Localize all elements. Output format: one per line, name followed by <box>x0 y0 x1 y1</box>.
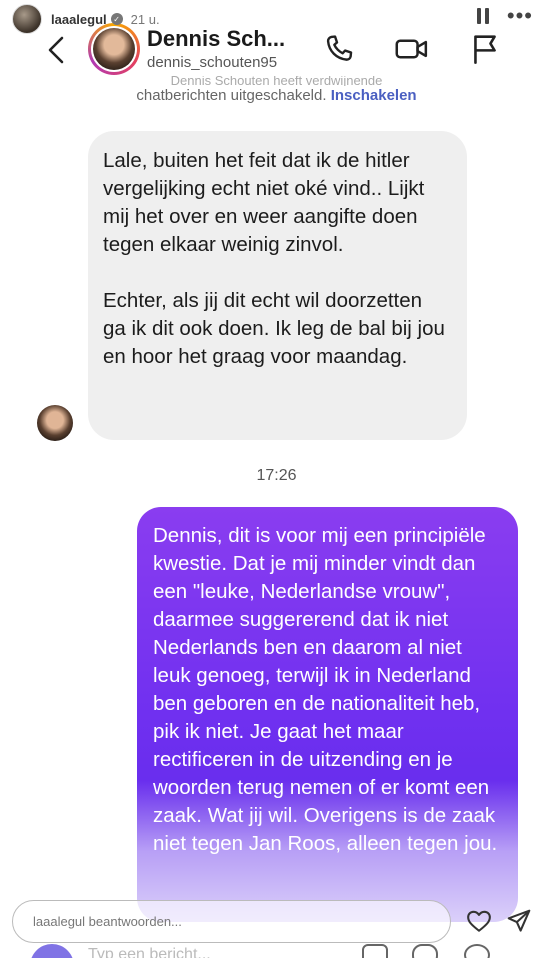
reply-placeholder: laaalegul beantwoorden... <box>33 914 182 929</box>
story-username[interactable]: laaalegul <box>51 12 107 27</box>
more-options-icon[interactable]: ••• <box>507 5 533 27</box>
sticker-icon <box>412 944 438 958</box>
incoming-message-paragraph-1: Lale, buiten het feit dat ik de hitler v… <box>103 149 425 256</box>
add-icon <box>464 944 490 958</box>
sender-avatar[interactable] <box>37 405 73 441</box>
pause-icon[interactable] <box>476 8 489 24</box>
enable-link[interactable]: Inschakelen <box>331 87 417 104</box>
verified-badge-icon: ✓ <box>110 13 123 25</box>
incoming-message-paragraph-2: Echter, als jij dit echt wil doorzetten … <box>103 289 445 368</box>
gallery-icon <box>362 944 388 958</box>
notice-line-1: Dennis Schouten heeft verdwijnende <box>170 76 383 86</box>
story-time: 21 u. <box>130 11 160 27</box>
story-reply-input[interactable]: laaalegul beantwoorden... <box>12 900 451 943</box>
outgoing-message-text: Dennis, dit is voor mij een principiële … <box>153 524 498 855</box>
outgoing-message-bubble[interactable]: Dennis, dit is voor mij een principiële … <box>137 507 518 922</box>
incoming-message-bubble[interactable]: Lale, buiten het feit dat ik de hitler v… <box>88 131 467 440</box>
message-timestamp: 17:26 <box>256 467 297 484</box>
composer-placeholder: Typ een bericht... <box>88 946 211 958</box>
story-avatar[interactable] <box>12 4 42 34</box>
send-icon[interactable] <box>506 908 532 934</box>
composer-peek: Typ een bericht... <box>0 944 553 958</box>
story-controls: ••• <box>476 5 533 27</box>
disappearing-messages-notice: Dennis Schouten heeft verdwijnende chatb… <box>0 76 553 106</box>
back-arrow-icon[interactable] <box>44 34 68 66</box>
story-header: laaalegul ✓ 21 u. ••• <box>0 0 553 38</box>
notice-line-2: chatberichten uitgeschakeld. <box>136 87 327 104</box>
camera-button-icon <box>30 944 74 958</box>
contact-handle: dennis_schouten95 <box>147 54 278 71</box>
heart-icon[interactable] <box>466 909 492 933</box>
